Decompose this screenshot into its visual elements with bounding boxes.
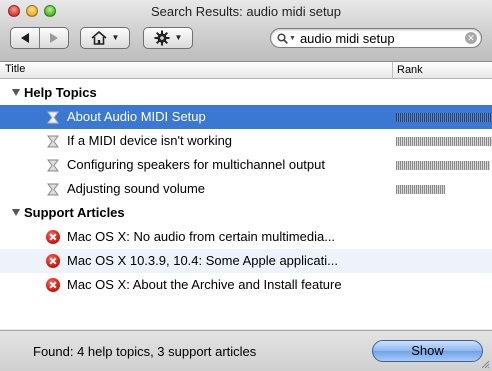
forward-arrow-icon xyxy=(50,33,58,43)
item-label: Mac OS X 10.3.9, 10.4: Some Apple applic… xyxy=(67,253,338,268)
toolbar: Search Results: audio midi setup ▼ ▼ ▼ a… xyxy=(0,0,492,62)
rank-bar xyxy=(396,113,492,122)
group-header-help-topics[interactable]: Help Topics xyxy=(0,81,492,105)
back-forward-control xyxy=(10,27,69,49)
column-rank[interactable]: Rank xyxy=(392,62,423,78)
support-article-icon xyxy=(46,254,60,268)
list-item[interactable]: Mac OS X 10.3.9, 10.4: Some Apple applic… xyxy=(0,249,492,273)
list-item[interactable]: Mac OS X: No audio from certain multimed… xyxy=(0,225,492,249)
action-menu-button[interactable]: ▼ xyxy=(143,27,193,49)
search-icon xyxy=(277,32,288,44)
column-header: Title Rank xyxy=(0,62,492,79)
group-label: Support Articles xyxy=(24,205,125,220)
help-topic-icon xyxy=(47,159,59,172)
results-list[interactable]: Help Topics About Audio MIDI Setup If a … xyxy=(0,79,492,329)
back-arrow-icon xyxy=(21,33,29,43)
group-label: Help Topics xyxy=(24,85,97,100)
search-input[interactable] xyxy=(299,30,450,46)
show-button[interactable]: Show xyxy=(372,340,483,362)
list-item[interactable]: About Audio MIDI Setup xyxy=(0,105,492,129)
help-topic-icon xyxy=(47,111,59,124)
support-article-icon xyxy=(46,230,60,244)
item-label: If a MIDI device isn't working xyxy=(67,133,233,148)
home-button[interactable]: ▼ xyxy=(80,27,130,49)
chevron-down-icon: ▼ xyxy=(289,34,296,42)
forward-button[interactable] xyxy=(39,28,68,48)
house-icon xyxy=(91,31,107,45)
chevron-down-icon: ▼ xyxy=(111,33,120,42)
disclosure-triangle-icon[interactable] xyxy=(12,209,20,216)
back-button[interactable] xyxy=(11,28,39,48)
disclosure-triangle-icon[interactable] xyxy=(12,89,20,96)
group-header-support-articles[interactable]: Support Articles xyxy=(0,201,492,225)
rank-bar xyxy=(396,161,490,170)
item-label: Adjusting sound volume xyxy=(67,181,206,196)
column-title[interactable]: Title xyxy=(5,63,25,75)
search-menu-button[interactable]: ▼ xyxy=(277,32,296,44)
item-label: Mac OS X: No audio from certain multimed… xyxy=(67,229,336,244)
search-field[interactable]: ▼ ✕ xyxy=(270,28,482,48)
support-article-icon xyxy=(46,278,60,292)
list-item[interactable]: Adjusting sound volume xyxy=(0,177,492,201)
list-item[interactable]: If a MIDI device isn't working xyxy=(0,129,492,153)
item-label: Mac OS X: About the Archive and Install … xyxy=(67,277,342,292)
help-viewer-window: Search Results: audio midi setup ▼ ▼ ▼ a… xyxy=(0,0,492,371)
list-item[interactable]: Configuring speakers for multichannel ou… xyxy=(0,153,492,177)
help-topic-icon xyxy=(47,183,59,196)
list-item[interactable]: Mac OS X: About the Archive and Install … xyxy=(0,273,492,297)
item-label: About Audio MIDI Setup xyxy=(67,109,206,124)
clear-search-icon[interactable]: ✕ xyxy=(465,32,477,44)
window-title: Search Results: audio midi setup xyxy=(150,4,342,19)
resize-grip-icon[interactable] xyxy=(480,359,490,369)
help-topic-icon xyxy=(47,135,59,148)
rank-bar xyxy=(396,137,492,146)
item-label: Configuring speakers for multichannel ou… xyxy=(67,157,325,172)
gear-icon xyxy=(154,30,170,46)
results-count: Found: 4 help topics, 3 support articles xyxy=(33,344,257,359)
chevron-down-icon: ▼ xyxy=(174,33,183,42)
status-bar: Found: 4 help topics, 3 support articles… xyxy=(0,330,492,371)
rank-bar xyxy=(396,185,445,194)
